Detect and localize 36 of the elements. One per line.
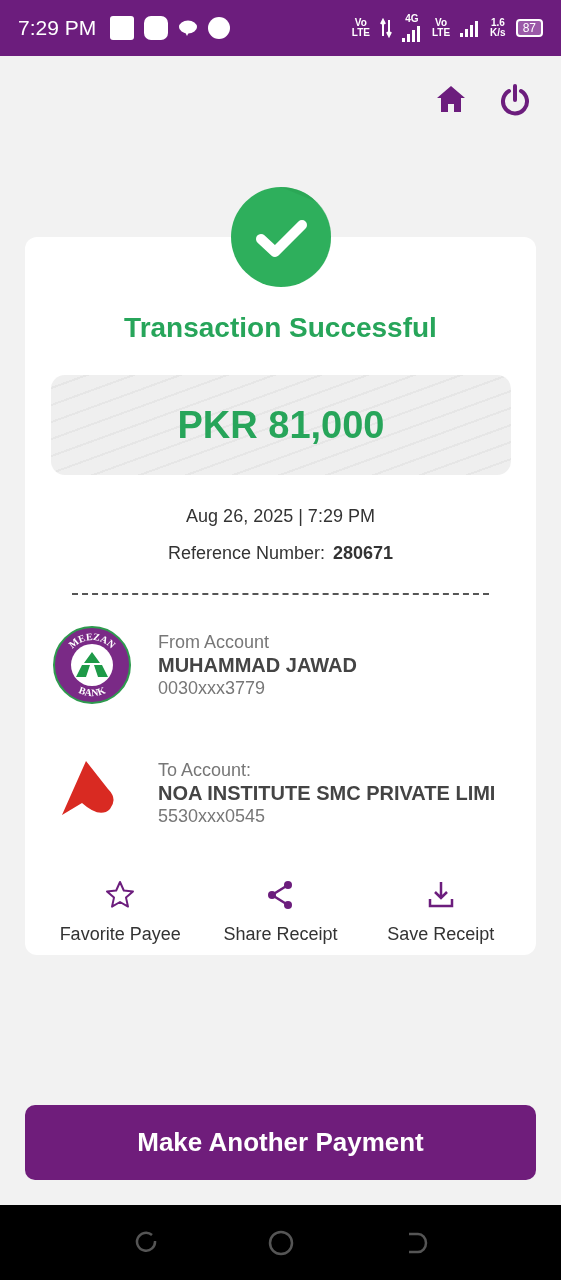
account-number: 0030xxx3779 bbox=[158, 677, 267, 699]
status-text: Vo bbox=[353, 18, 368, 28]
logo-text: BANK bbox=[77, 684, 107, 699]
dot-icon bbox=[208, 17, 231, 39]
battery-level: 87 bbox=[515, 19, 543, 37]
reference-number: 280671 bbox=[333, 543, 394, 563]
account-label: To Account: bbox=[158, 759, 253, 781]
download-button[interactable]: Save Receipt bbox=[360, 879, 521, 948]
status-text: LTE bbox=[431, 28, 451, 38]
chat-icon bbox=[178, 19, 199, 37]
transaction-date: Aug 26, 2025 | 7:29 PM bbox=[185, 505, 376, 528]
status-text: K/s bbox=[490, 28, 506, 38]
amount: PKR 81,000 bbox=[51, 375, 511, 475]
status-title: Transaction Successful bbox=[123, 311, 438, 345]
signal-icon bbox=[401, 24, 422, 42]
make-another-payment-button[interactable]: Make Another Payment bbox=[25, 1105, 536, 1180]
network-type: 4G bbox=[404, 14, 420, 24]
signal-icon bbox=[460, 19, 481, 37]
status-text: LTE bbox=[351, 28, 370, 38]
share-button[interactable]: Share Receipt bbox=[200, 879, 361, 948]
status-text: 1.6 bbox=[490, 18, 506, 28]
account-number: 5530xxx0545 bbox=[158, 805, 267, 827]
notification-icon bbox=[110, 16, 135, 40]
account-name: NOA INSTITUTE SMC PRIVATE LIMI bbox=[158, 781, 496, 805]
account-label: From Account bbox=[158, 631, 271, 653]
recent-apps-icon[interactable] bbox=[133, 1230, 158, 1255]
data-arrows-icon bbox=[379, 18, 392, 38]
home-nav-icon[interactable] bbox=[267, 1229, 294, 1256]
status-time: 7:29 PM bbox=[18, 15, 97, 42]
star-button[interactable]: Favorite Payee bbox=[40, 879, 201, 948]
star-icon bbox=[104, 879, 137, 911]
status-text: Vo bbox=[433, 18, 448, 28]
reference-label: Reference Number: bbox=[167, 543, 325, 563]
account-name: MUHAMMAD JAWAD bbox=[158, 653, 357, 677]
logo-text: MEEZAN bbox=[66, 630, 118, 651]
notification-icon bbox=[144, 16, 169, 40]
